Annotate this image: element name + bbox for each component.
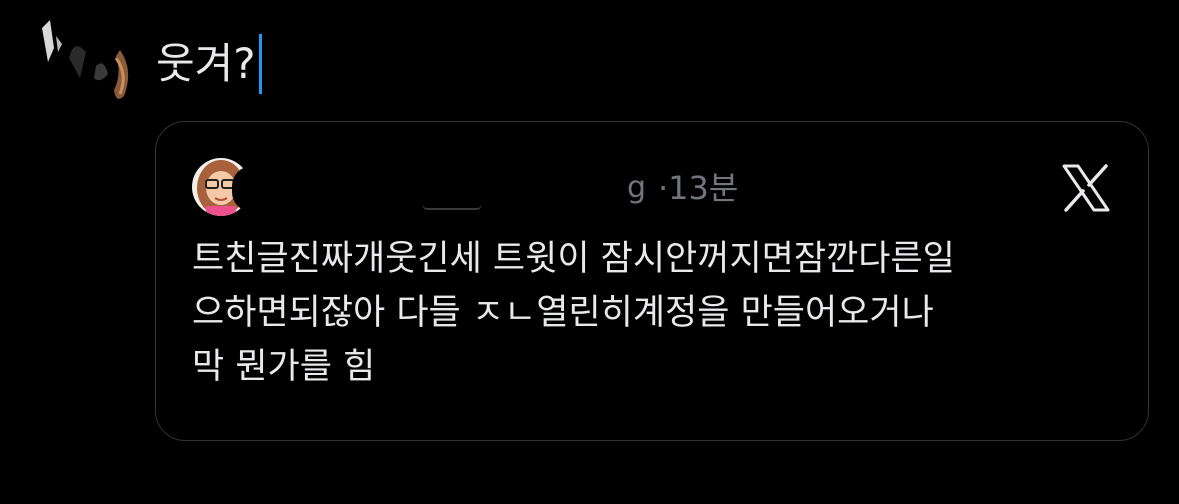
quoted-tweet-card[interactable]: g ·13분 트친글진짜개웃긴세 트윗이 잠시안꺼지면잠깐다른일 으하면되잖아 …: [155, 121, 1149, 441]
composer-text: 웃겨?: [156, 39, 256, 88]
quoted-tweet-text: 트친글진짜개웃긴세 트윗이 잠시안꺼지면잠깐다른일 으하면되잖아 다들 ㅈㄴ열린…: [192, 232, 1122, 394]
quoted-tweet-line: 트친글진짜개웃긴세 트윗이 잠시안꺼지면잠깐다른일: [192, 239, 955, 279]
quoted-author-handle: g: [627, 170, 647, 205]
x-logo-icon[interactable]: [1058, 160, 1114, 216]
reply-composer[interactable]: 웃겨?: [34, 14, 1134, 114]
quoted-tweet-line: 막 뭔가를 힘: [192, 347, 376, 387]
meta-separator: ·: [658, 169, 669, 207]
quoted-tweet-line: 으하면되잖아 다들 ㅈㄴ열린히계정을 만들어오거나: [192, 293, 934, 333]
text-caret: [258, 34, 262, 94]
tweet-time: 13분: [668, 169, 739, 207]
tweet-timestamp: ·13분: [658, 168, 738, 208]
handle-fragment: [422, 204, 482, 210]
composer-input[interactable]: 웃겨?: [156, 34, 262, 94]
quoted-tweet-header: g ·13분: [192, 158, 1122, 218]
user-avatar-icon[interactable]: [34, 18, 134, 104]
